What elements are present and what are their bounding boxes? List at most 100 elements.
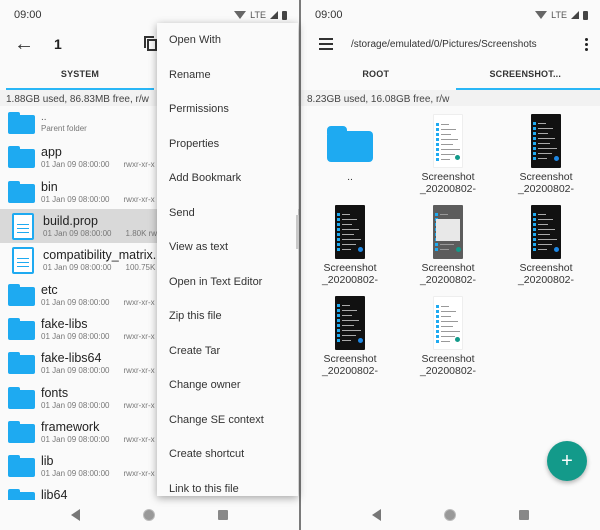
thumbnail-wrap [433,112,463,168]
file-date: 01 Jan 09 08:00:00 [41,366,110,376]
menu-item-open-with[interactable]: Open With [157,23,298,58]
file-permissions: rwxr-xr-x [123,297,155,307]
nav-back-icon[interactable] [71,509,81,521]
menu-icon[interactable] [319,38,333,50]
menu-item-properties[interactable]: Properties [157,127,298,162]
image-thumbnail [433,205,463,259]
file-date: 01 Jan 09 08:00:00 [41,400,110,410]
status-time: 09:00 [315,9,343,21]
file-meta: Parent folder [41,124,101,133]
tab-indicator [456,88,600,90]
grid-item-label: Screenshot _20200802- [321,262,379,286]
file-meta: 01 Jan 09 08:00:00 rwxr-xr-x [41,332,155,341]
grid-item[interactable]: Screenshot _20200802- [399,203,497,294]
signal-icon [270,11,278,19]
wifi-icon [234,11,247,19]
tab-root[interactable]: ROOT [301,58,451,90]
nav-recents-icon[interactable] [518,510,529,520]
file-info: fake-libs64 01 Jan 09 08:00:00 rwxr-xr-x [41,351,155,375]
folder-icon [8,283,35,306]
image-thumbnail [335,205,365,259]
file-date: 01 Jan 09 08:00:00 [41,331,110,341]
grid-item[interactable]: Screenshot _20200802- [399,294,497,385]
file-name: lib [41,454,54,469]
file-name: fake-libs64 [41,351,102,366]
grid-item[interactable]: Screenshot _20200802- [497,203,595,294]
grid-item-label: Screenshot _20200802- [517,171,575,195]
menu-item-create-shortcut[interactable]: Create shortcut [157,437,298,472]
nav-recents-icon[interactable] [217,510,228,520]
file-meta: 01 Jan 09 08:00:00 rwxr-xr-x [41,401,155,410]
tab-screenshots[interactable]: SCREENSHOT... [451,58,600,90]
folder-icon [8,112,35,135]
file-icon [12,246,34,274]
back-arrow-icon[interactable]: ← [14,33,40,56]
file-name: app [41,145,62,160]
menu-item-add-bookmark[interactable]: Add Bookmark [157,161,298,196]
menu-item-open-in-text-editor[interactable]: Open in Text Editor [157,265,298,300]
tab-label: SYSTEM [60,69,100,79]
menu-item-link-to-this-file[interactable]: Link to this file [157,472,298,507]
grid-item-label: Screenshot _20200802- [419,262,477,286]
file-info: fake-libs 01 Jan 09 08:00:00 rwxr-xr-x [41,317,155,341]
battery-icon [583,10,588,20]
menu-item-send[interactable]: Send [157,196,298,231]
file-icon [12,212,34,240]
add-fab-button[interactable]: + [547,441,587,481]
image-thumbnail [531,114,561,168]
grid-item[interactable]: Screenshot _20200802- [301,203,399,294]
grid-item-label: Screenshot _20200802- [517,262,575,286]
thumbnail-wrap [335,203,365,259]
nav-back-icon[interactable] [372,509,382,521]
nav-home-icon[interactable] [142,509,155,521]
folder-icon [8,455,35,478]
thumbnail-wrap [335,294,365,350]
image-thumbnail [433,296,463,350]
menu-item-change-se-context[interactable]: Change SE context [157,403,298,438]
menu-item-create-tar[interactable]: Create Tar [157,334,298,369]
status-icons: LTE [234,10,287,20]
file-permissions: rwxr-xr-x [123,469,155,479]
context-menu: Open With Rename Permissions Properties Add … [157,23,298,496]
file-meta: 01 Jan 09 08:00:00 rwxr-xr-x [41,195,155,204]
tab-system[interactable]: SYSTEM [0,58,160,90]
menu-item-rename[interactable]: Rename [157,58,298,93]
file-meta: 01 Jan 09 08:00:00 rwxr-xr-x [41,366,155,375]
menu-item-view-as-text[interactable]: View as text [157,230,298,265]
copy-icon[interactable] [144,36,158,52]
scrollbar[interactable] [296,215,299,249]
grid-item-label: Screenshot _20200802- [321,353,379,377]
network-label: LTE [551,10,567,20]
file-info: lib 01 Jan 09 08:00:00 rwxr-xr-x [41,454,155,478]
grid-item[interactable]: Screenshot _20200802- [399,112,497,203]
grid-item[interactable]: Screenshot _20200802- [301,294,399,385]
file-name: .. [41,112,47,124]
grid-item[interactable]: Screenshot _20200802- [497,112,595,203]
tab-label: SCREENSHOT... [489,69,562,79]
thumbnail-wrap [433,203,463,259]
file-permissions: rwxr-xr-x [123,160,155,170]
file-grid: .. Screenshot _20200802- Screenshot _20200… [301,106,600,385]
menu-item-zip-this-file[interactable]: Zip this file [157,299,298,334]
menu-item-change-owner[interactable]: Change owner [157,368,298,403]
status-time: 09:00 [14,9,42,21]
file-permissions: rwxr-xr-x [123,366,155,376]
image-thumbnail [531,205,561,259]
tab-label: ROOT [362,69,390,79]
folder-icon [8,146,35,169]
nav-home-icon[interactable] [443,509,456,521]
status-bar: 09:00 LTE [301,0,600,30]
more-options-icon[interactable] [584,37,588,51]
file-permissions: 100.75K [125,263,156,273]
menu-item-permissions[interactable]: Permissions [157,92,298,127]
file-date: 01 Jan 09 08:00:00 [41,434,110,444]
file-meta: 01 Jan 09 08:00:00 100.75K [43,263,156,272]
grid-item-label: Screenshot _20200802- [419,353,477,377]
file-info: .. Parent folder [41,112,101,134]
grid-item[interactable]: .. [301,112,399,203]
file-meta: 01 Jan 09 08:00:00 rwxr-xr-x [41,469,155,478]
file-permissions: 1.80K rw- [125,229,160,239]
thumbnail-wrap [327,112,373,168]
file-meta: 01 Jan 09 08:00:00 rwxr-xr-x [41,298,155,307]
current-path[interactable]: /storage/emulated/0/Pictures/Screenshots [351,39,584,50]
